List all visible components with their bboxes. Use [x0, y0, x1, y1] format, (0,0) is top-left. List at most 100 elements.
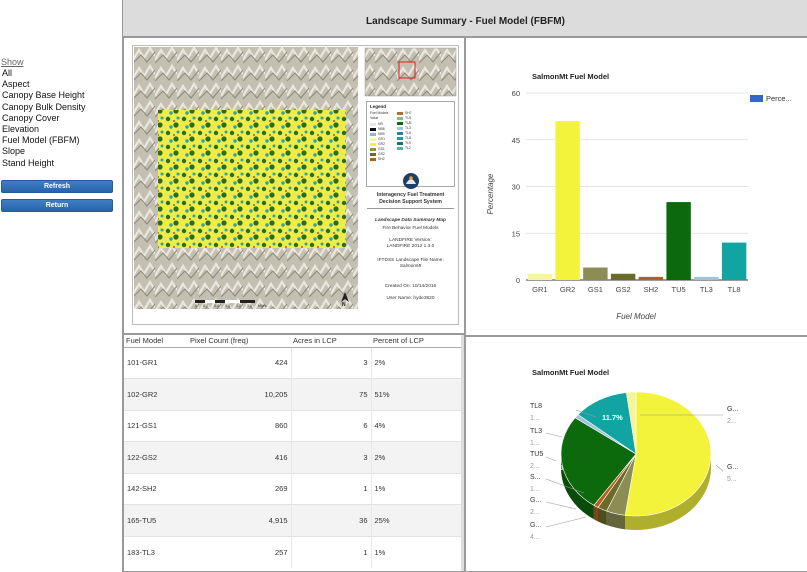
bar-tl3[interactable] [694, 276, 719, 280]
bar-y-tick-label: 45 [512, 136, 520, 145]
menu-item-stand-height[interactable]: Stand Height [2, 158, 86, 169]
pie-label-tl8: 11.7% [602, 413, 623, 422]
sidebar: Show All Aspect Canopy Base Height Canop… [0, 0, 122, 572]
pie-side-label: G... [727, 406, 738, 413]
legend-item: NB8 [370, 127, 385, 131]
menu-item-canopy-base-height[interactable]: Canopy Base Height [2, 90, 86, 101]
legend-title: Legend [370, 104, 387, 109]
scale-bar [195, 300, 255, 303]
cell-percent: 2% [371, 346, 464, 379]
cell-acres: 6 [291, 409, 372, 442]
legend-label: TL6 [405, 131, 411, 135]
legend-label: GS1 [378, 147, 385, 151]
menu-item-aspect[interactable]: Aspect [2, 79, 86, 90]
menu-item-slope[interactable]: Slope [2, 146, 86, 157]
pie-label-tu5: 24.8% [542, 463, 564, 472]
legend-item: TL3 [397, 126, 411, 130]
menu-item-canopy-bulk-density[interactable]: Canopy Bulk Density [2, 102, 86, 113]
layer-menu: All Aspect Canopy Base Height Canopy Bul… [2, 68, 86, 169]
legend-subtitle: Fuel Models [370, 111, 389, 115]
table-row[interactable]: 165-TU5 4,915 36 25% [124, 504, 464, 536]
menu-item-canopy-cover[interactable]: Canopy Cover [2, 113, 86, 124]
north-label: N [342, 302, 346, 308]
legend-item: GS2 [370, 152, 385, 156]
bar-chart-title: SalmonMt Fuel Model [532, 72, 609, 81]
scale-labels: 0 0.2 0.4 0.8 1.2 1.6 Miles [195, 304, 266, 308]
header-bar: Landscape Summary - Fuel Model (FBFM) [123, 0, 807, 37]
cell-fuel-model: 102-GR2 [124, 378, 188, 410]
pie-side-label: G... [530, 522, 541, 529]
cell-fuel-model: 142-SH2 [124, 472, 188, 505]
app-root: Show All Aspect Canopy Base Height Canop… [0, 0, 807, 572]
main-area: Landscape Summary - Fuel Model (FBFM) 0 … [122, 0, 807, 572]
table-scrollbar[interactable] [461, 335, 464, 571]
legend-item: GR1 [370, 137, 385, 141]
cell-acres: 1 [291, 472, 372, 505]
table-row[interactable]: 122-GS2 416 3 2% [124, 441, 464, 473]
bar-chart-xlabel: Fuel Model [616, 312, 656, 321]
legend-label: SH2 [378, 157, 385, 161]
table-row[interactable]: 142-SH2 269 1 1% [124, 472, 464, 505]
legend-item: TL6 [397, 131, 411, 135]
bar-gr1[interactable] [527, 273, 553, 280]
bar-legend-label[interactable]: Perce... [766, 94, 792, 103]
bar-y-tick-label: 30 [512, 183, 520, 192]
bar-sh2[interactable] [638, 276, 664, 280]
menu-item-all[interactable]: All [2, 68, 86, 79]
scale-label: 0.8 [225, 304, 230, 308]
cell-percent: 4% [371, 409, 464, 442]
bar-gs1[interactable] [583, 267, 608, 280]
menu-item-fuel-model[interactable]: Fuel Model (FBFM) [2, 135, 86, 146]
scale-label: 1.6 [247, 304, 252, 308]
pie-side-label: S... [530, 474, 541, 481]
pie-leader-line [545, 516, 587, 528]
pie-chart: SalmonMt Fuel Model 11.7% 24.8% G... 2..… [530, 368, 738, 541]
column-header-percent[interactable]: Percent of LCP [371, 335, 464, 348]
table-row[interactable]: 121-GS1 860 6 4% [124, 409, 464, 442]
pie-side-value: 1... [530, 486, 540, 493]
table-row[interactable]: 183-TL3 257 1 1% [124, 535, 464, 568]
summary-map-document[interactable]: 0 0.2 0.4 0.8 1.2 1.6 Miles N Legend Fue… [132, 45, 459, 325]
pie-side-sh2 [593, 505, 598, 522]
table-row[interactable]: 102-GR2 10,205 75 51% [124, 378, 464, 410]
column-header-fuel-model[interactable]: Fuel Model [124, 335, 188, 348]
pie-leader-line [545, 501, 577, 510]
bar-y-ticks: 0 15 30 45 60 [512, 89, 520, 285]
scale-label: 1.2 [236, 304, 241, 308]
table-row[interactable]: 101-GR1 424 3 2% [124, 346, 464, 379]
bar-gr2[interactable] [555, 121, 580, 280]
menu-item-elevation[interactable]: Elevation [2, 124, 86, 135]
cell-fuel-model: 165-TU5 [124, 504, 188, 536]
cell-pixel-count: 424 [188, 346, 292, 379]
cell-acres: 1 [291, 535, 372, 568]
cell-acres: 75 [291, 378, 372, 410]
fuel-model-raster [158, 110, 346, 248]
refresh-button[interactable]: Refresh [1, 180, 113, 193]
pie-chart-panel: SalmonMt Fuel Model 11.7% 24.8% G... 2..… [465, 336, 807, 572]
legend-label: GR1 [378, 137, 385, 141]
legend-label: TU5 [405, 121, 412, 125]
column-header-acres[interactable]: Acres in LCP [291, 335, 371, 348]
system-name: Interagency Fuel Treatment Decision Supp… [376, 192, 445, 205]
column-header-pixel-count[interactable]: Pixel Count (freq) [188, 335, 291, 348]
legend-item: GS1 [370, 147, 385, 151]
legend-item: NR [370, 122, 383, 126]
cell-fuel-model: 183-TL3 [124, 535, 188, 568]
divider [367, 208, 454, 209]
legend-item: NB9 [370, 132, 385, 136]
bar-tl8[interactable] [721, 242, 747, 280]
pie-side-labels-right: G... 2... G... 5... [727, 406, 738, 483]
show-label: Show [1, 57, 24, 67]
table-header-row: Fuel Model Pixel Count (freq) Acres in L… [124, 335, 464, 348]
map-panel: 0 0.2 0.4 0.8 1.2 1.6 Miles N Legend Fue… [123, 37, 465, 334]
bar-x-tick-label: TU5 [672, 285, 686, 294]
pie-slices [560, 391, 712, 517]
legend-label: TU1 [405, 116, 412, 120]
landscape-label: IFTDSS Landscape File Name: [377, 258, 444, 263]
legend-label: NB8 [378, 127, 385, 131]
bar-tu5[interactable] [666, 202, 691, 280]
return-button[interactable]: Return [1, 199, 113, 212]
bar-gs2[interactable] [610, 273, 636, 280]
cell-pixel-count: 4,915 [188, 504, 292, 536]
pie-leader-line [545, 432, 563, 438]
